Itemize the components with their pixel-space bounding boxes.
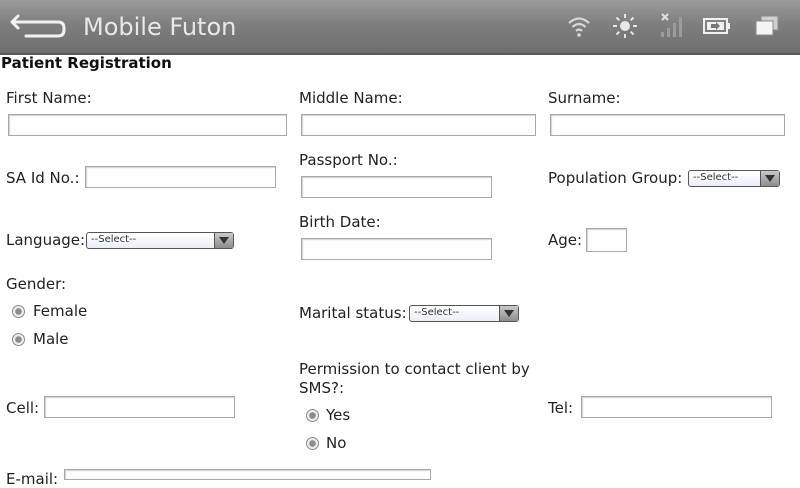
sms-no-radio[interactable] — [306, 437, 319, 450]
back-button[interactable] — [8, 10, 70, 44]
email-label: E-mail: — [6, 470, 59, 488]
cell-field[interactable] — [44, 396, 235, 418]
no-signal-icon — [656, 12, 686, 40]
surname-field[interactable] — [550, 114, 785, 136]
age-field[interactable] — [586, 228, 627, 252]
email-field[interactable] — [64, 469, 431, 480]
first-name-field[interactable] — [8, 114, 287, 136]
tel-field[interactable] — [581, 396, 772, 418]
sa-id-field[interactable] — [85, 166, 276, 188]
app-title: Mobile Futon — [83, 13, 237, 41]
back-arrow-icon — [10, 14, 66, 38]
sms-yes-radio[interactable] — [306, 409, 319, 422]
marital-status-label: Marital status: — [299, 304, 407, 322]
population-group-select[interactable]: --Select-- — [688, 170, 780, 187]
chevron-down-icon — [214, 233, 233, 248]
battery-charging-icon — [702, 12, 732, 40]
gender-female-radio[interactable] — [12, 305, 25, 318]
title-bar: Mobile Futon — [0, 0, 800, 55]
language-value: --Select-- — [91, 234, 137, 245]
sa-id-label: SA Id No.: — [6, 169, 80, 187]
chevron-down-icon — [499, 306, 518, 321]
gender-female-label: Female — [33, 302, 88, 320]
gender-label: Gender: — [6, 275, 67, 293]
sms-permission-label-cont: SMS?: — [299, 379, 344, 397]
page-title: Patient Registration — [1, 54, 172, 72]
sms-no-label: No — [326, 434, 347, 452]
gender-male-label: Male — [33, 330, 69, 348]
age-label: Age: — [548, 231, 583, 249]
surname-label: Surname: — [548, 89, 621, 107]
middle-name-field[interactable] — [301, 114, 536, 136]
first-name-label: First Name: — [6, 89, 92, 107]
sms-permission-label: Permission to contact client by — [299, 360, 530, 378]
sms-yes-label: Yes — [326, 406, 351, 424]
cell-label: Cell: — [6, 399, 40, 417]
language-label: Language: — [6, 231, 86, 249]
population-group-label: Population Group: — [548, 169, 683, 187]
passport-label: Passport No.: — [299, 151, 398, 169]
gender-male-radio[interactable] — [12, 333, 25, 346]
wifi-icon — [564, 12, 594, 40]
chevron-down-icon — [760, 171, 779, 186]
marital-status-value: --Select-- — [414, 307, 460, 318]
brightness-icon — [610, 12, 640, 40]
birth-date-label: Birth Date: — [299, 213, 381, 231]
birth-date-field[interactable] — [301, 238, 492, 260]
recent-apps-icon[interactable] — [752, 12, 782, 40]
passport-field[interactable] — [301, 176, 492, 198]
marital-status-select[interactable]: --Select-- — [409, 305, 519, 322]
tel-label: Tel: — [548, 399, 574, 417]
language-select[interactable]: --Select-- — [86, 232, 234, 249]
population-group-value: --Select-- — [693, 172, 739, 183]
middle-name-label: Middle Name: — [299, 89, 403, 107]
